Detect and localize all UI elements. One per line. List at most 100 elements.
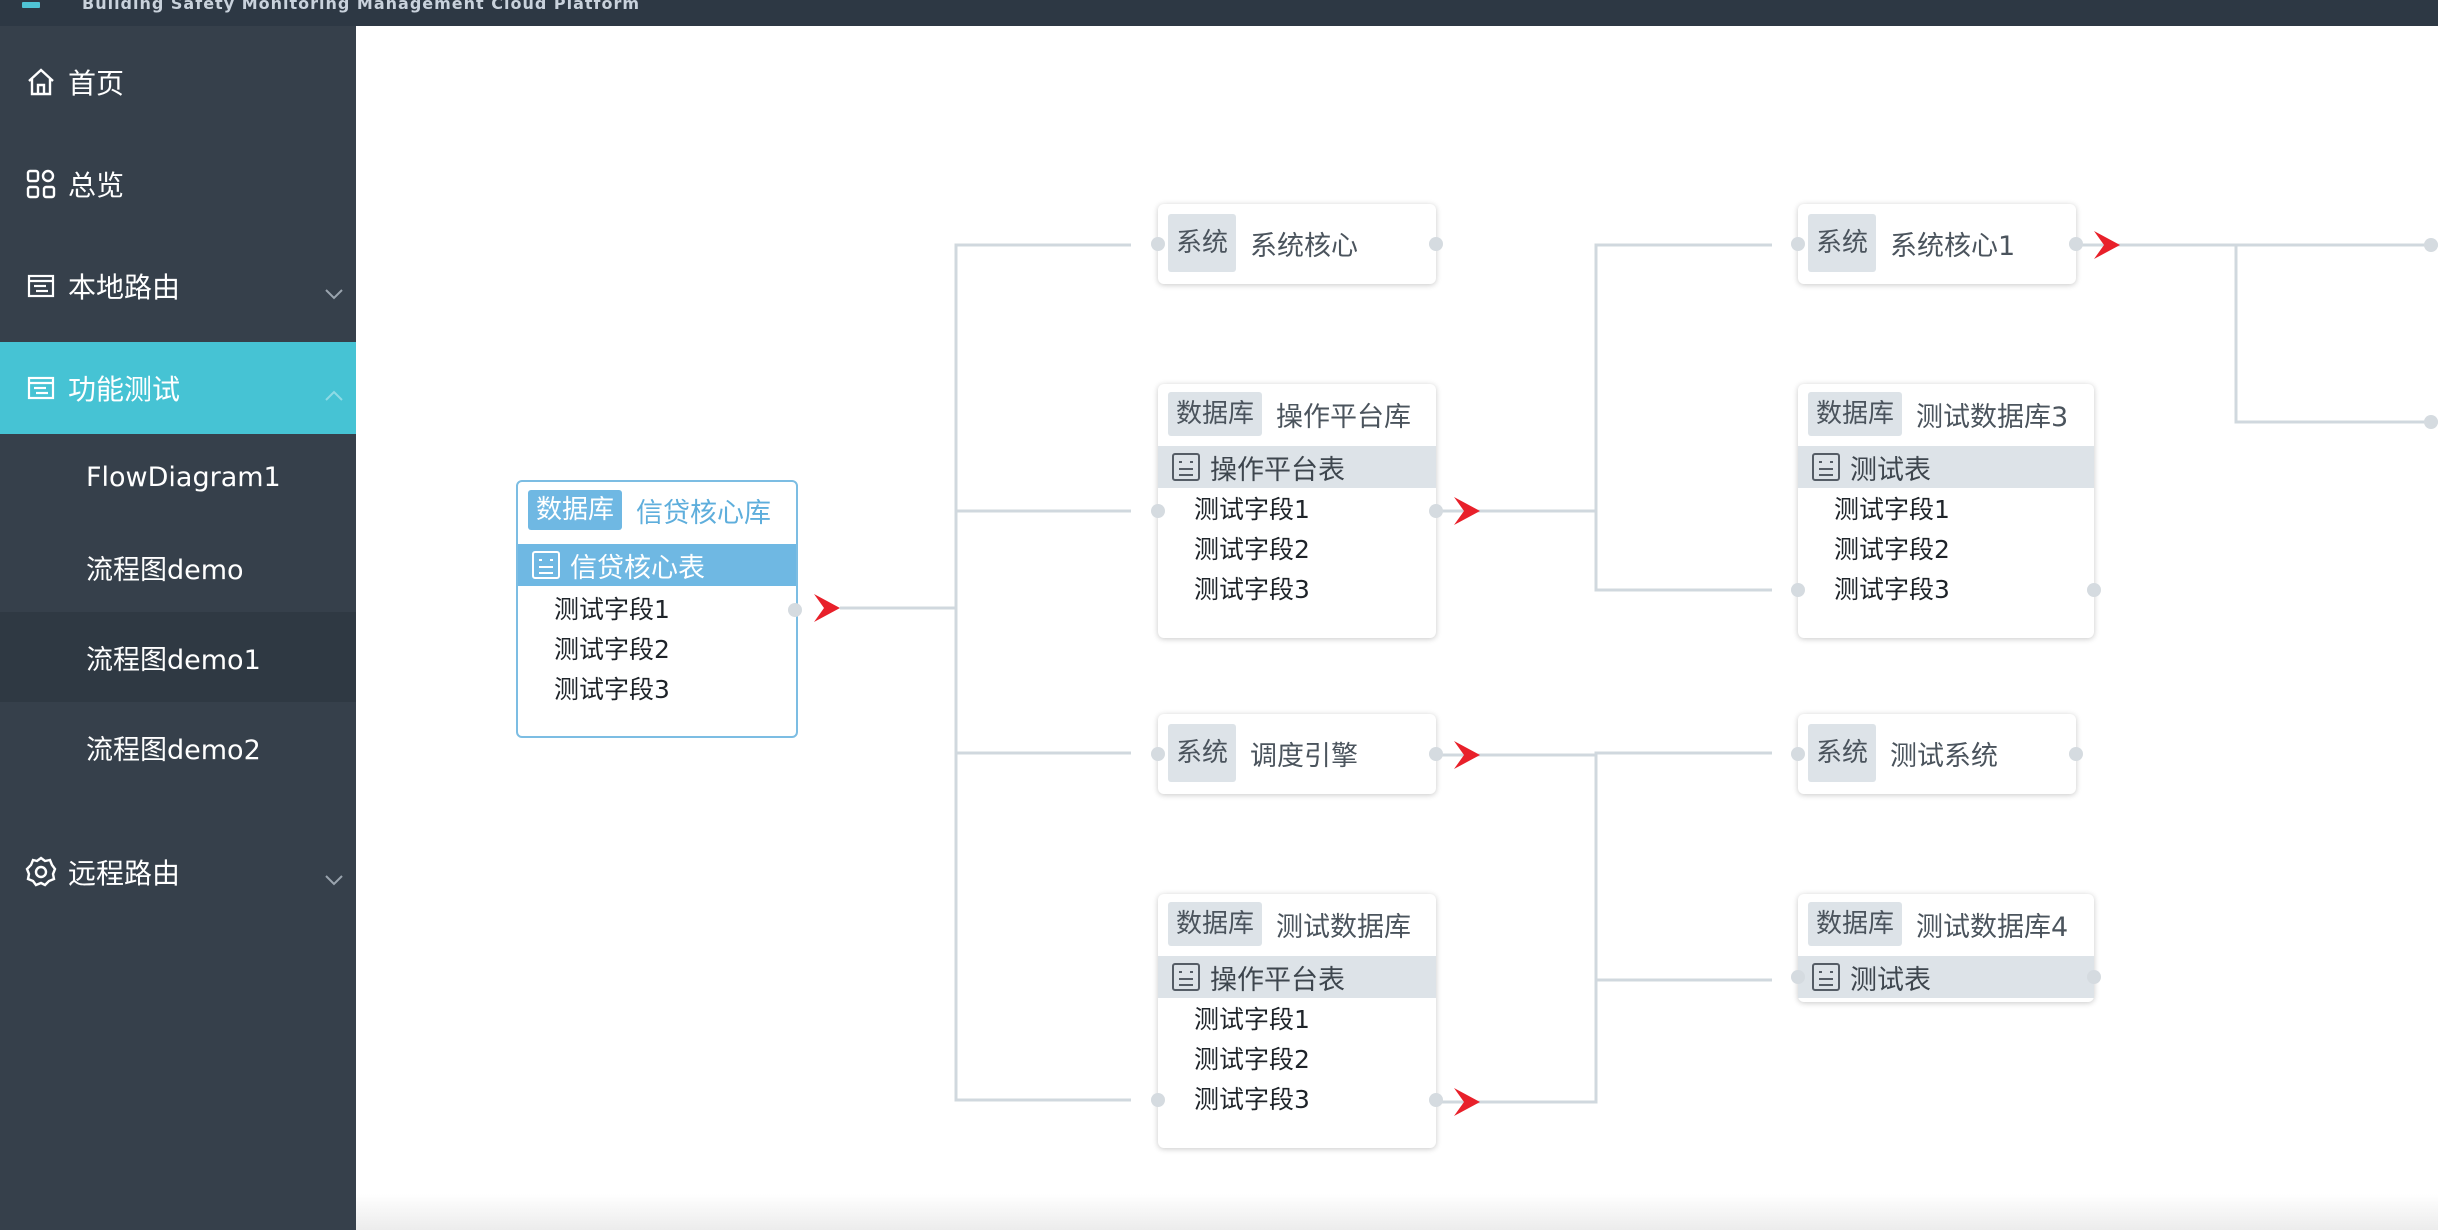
port-in[interactable] — [1791, 237, 1805, 251]
table-row[interactable]: 信贷核心表 — [518, 544, 796, 586]
node-system-core[interactable]: 系统 系统核心 — [1151, 204, 1443, 284]
field-item: 测试字段1 — [1834, 495, 1950, 524]
table-row[interactable]: 测试表 — [1798, 446, 2094, 488]
link-line — [1594, 511, 1772, 592]
node-test-db-4[interactable]: 数据库 测试数据库4 测试表 — [1791, 894, 2101, 1002]
link-line — [1436, 980, 1598, 1104]
port-dot — [2424, 415, 2438, 429]
port-out[interactable] — [2087, 583, 2101, 597]
sidebar-subitem-label: 流程图demo — [86, 554, 244, 586]
field-item: 测试字段2 — [1194, 535, 1310, 564]
node-system-core-1[interactable]: 系统 系统核心1 — [1791, 204, 2083, 284]
node-test-system[interactable]: 系统 测试系统 — [1791, 714, 2083, 794]
field-item: 测试字段1 — [1194, 1005, 1310, 1034]
node-tag: 系统 — [1168, 724, 1237, 782]
table-icon — [1812, 453, 1840, 481]
sidebar-subitem-flowchart-demo1[interactable]: 流程图demo1 — [0, 612, 356, 702]
port-in[interactable] — [1151, 1093, 1165, 1107]
node-tag: 数据库 — [1168, 902, 1263, 946]
port-in[interactable] — [1791, 583, 1805, 597]
node-tag: 数据库 — [1168, 392, 1263, 436]
field-item: 测试字段1 — [1194, 495, 1310, 524]
port-dot — [2424, 238, 2438, 252]
link-line — [840, 243, 1131, 610]
sidebar-subitem-label: FlowDiagram1 — [86, 461, 281, 493]
arrow-icon — [814, 594, 840, 622]
sidebar-item-overview[interactable]: 总览 — [0, 138, 356, 230]
node-test-db[interactable]: 数据库 测试数据库 操作平台表 测试字段1 测试字段2 测试字段3 — [1151, 894, 1443, 1148]
node-title: 测试系统 — [1890, 740, 1999, 772]
port-in[interactable] — [1151, 504, 1165, 518]
sidebar-item-label: 本地路由 — [68, 271, 181, 304]
route-icon — [24, 371, 58, 405]
node-tag: 系统 — [1808, 214, 1877, 272]
table-row[interactable]: 操作平台表 — [1158, 956, 1436, 998]
sidebar-subitem-flowdiagram1[interactable]: FlowDiagram1 — [0, 432, 356, 522]
table-icon — [1172, 963, 1200, 991]
port-out[interactable] — [1429, 504, 1443, 518]
sidebar-subitem-flowchart-demo2[interactable]: 流程图demo2 — [0, 702, 356, 792]
sidebar-item-label: 功能测试 — [68, 373, 181, 406]
node-title: 信贷核心库 — [636, 497, 772, 529]
sidebar-item-remote-route[interactable]: 远程路由 — [0, 826, 356, 918]
home-icon — [24, 65, 58, 99]
table-row[interactable]: 测试表 — [1798, 956, 2094, 998]
table-row[interactable]: 操作平台表 — [1158, 446, 1436, 488]
port-out[interactable] — [2087, 970, 2101, 984]
field-item: 测试字段3 — [1194, 575, 1310, 604]
port-out[interactable] — [2069, 237, 2083, 251]
field-item: 测试字段2 — [554, 635, 670, 664]
table-name: 操作平台表 — [1210, 964, 1345, 996]
port-in[interactable] — [1151, 237, 1165, 251]
gear-icon — [24, 855, 58, 889]
port-out[interactable] — [1429, 1093, 1443, 1107]
node-ops-platform-db[interactable]: 数据库 操作平台库 操作平台表 测试字段1 测试字段2 测试字段3 — [1151, 384, 1443, 638]
link-line — [1436, 243, 1772, 513]
sidebar-item-function-test[interactable]: 功能测试 — [0, 342, 356, 434]
link-line — [2234, 245, 2438, 424]
table-icon — [1812, 963, 1840, 991]
port-in[interactable] — [1791, 747, 1805, 761]
chevron-down-icon[interactable] — [324, 860, 344, 893]
node-scheduler[interactable]: 系统 调度引擎 — [1151, 714, 1443, 794]
port-in[interactable] — [1791, 970, 1805, 984]
node-tag: 系统 — [1808, 724, 1877, 782]
field-item: 测试字段1 — [554, 595, 670, 624]
node-title: 测试数据库4 — [1916, 911, 2069, 943]
node-tag: 数据库 — [1808, 392, 1903, 436]
field-item: 测试字段3 — [1834, 575, 1950, 604]
table-name: 信贷核心表 — [570, 552, 705, 584]
port-out[interactable] — [1429, 747, 1443, 761]
link-line — [1436, 751, 1772, 757]
port-in[interactable] — [1151, 747, 1165, 761]
node-title: 调度引擎 — [1250, 740, 1359, 772]
chevron-down-icon[interactable] — [324, 274, 344, 307]
field-item: 测试字段2 — [1834, 535, 1950, 564]
node-tag: 数据库 — [528, 490, 623, 530]
link-line — [954, 509, 1131, 608]
sidebar-item-local-route[interactable]: 本地路由 — [0, 240, 356, 332]
sidebar-item-label: 总览 — [68, 169, 125, 202]
node-src[interactable]: 数据库 信贷核心库 信贷核心表 测试字段1 测试字段2 测试字段3 — [516, 480, 802, 738]
sidebar-item-label: 远程路由 — [68, 857, 181, 890]
port-out[interactable] — [788, 603, 802, 617]
sidebar-subitem-flowchart-demo[interactable]: 流程图demo — [0, 522, 356, 612]
grid-icon — [24, 167, 58, 201]
table-name: 测试表 — [1850, 964, 1931, 996]
node-test-db-3[interactable]: 数据库 测试数据库3 测试表 测试字段1 测试字段2 测试字段3 — [1791, 384, 2101, 638]
node-title: 系统核心1 — [1890, 230, 2016, 262]
sidebar-item-home[interactable]: 首页 — [0, 36, 356, 128]
node-title: 测试数据库 — [1276, 911, 1412, 943]
table-name: 操作平台表 — [1210, 454, 1345, 486]
port-out[interactable] — [2069, 747, 2083, 761]
table-icon — [532, 551, 560, 579]
chevron-up-icon[interactable] — [324, 376, 344, 409]
port-out[interactable] — [1429, 237, 1443, 251]
sidebar-subitem-label: 流程图demo2 — [86, 734, 261, 766]
node-tag: 数据库 — [1808, 902, 1903, 946]
field-item: 测试字段2 — [1194, 1045, 1310, 1074]
diagram-canvas[interactable]: 数据库 信贷核心库 信贷核心表 测试字段1 测试字段2 测试字段3 系统 系统核… — [356, 26, 2438, 1230]
field-item: 测试字段3 — [554, 675, 670, 704]
node-title: 测试数据库3 — [1916, 401, 2069, 433]
route-icon — [24, 269, 58, 303]
